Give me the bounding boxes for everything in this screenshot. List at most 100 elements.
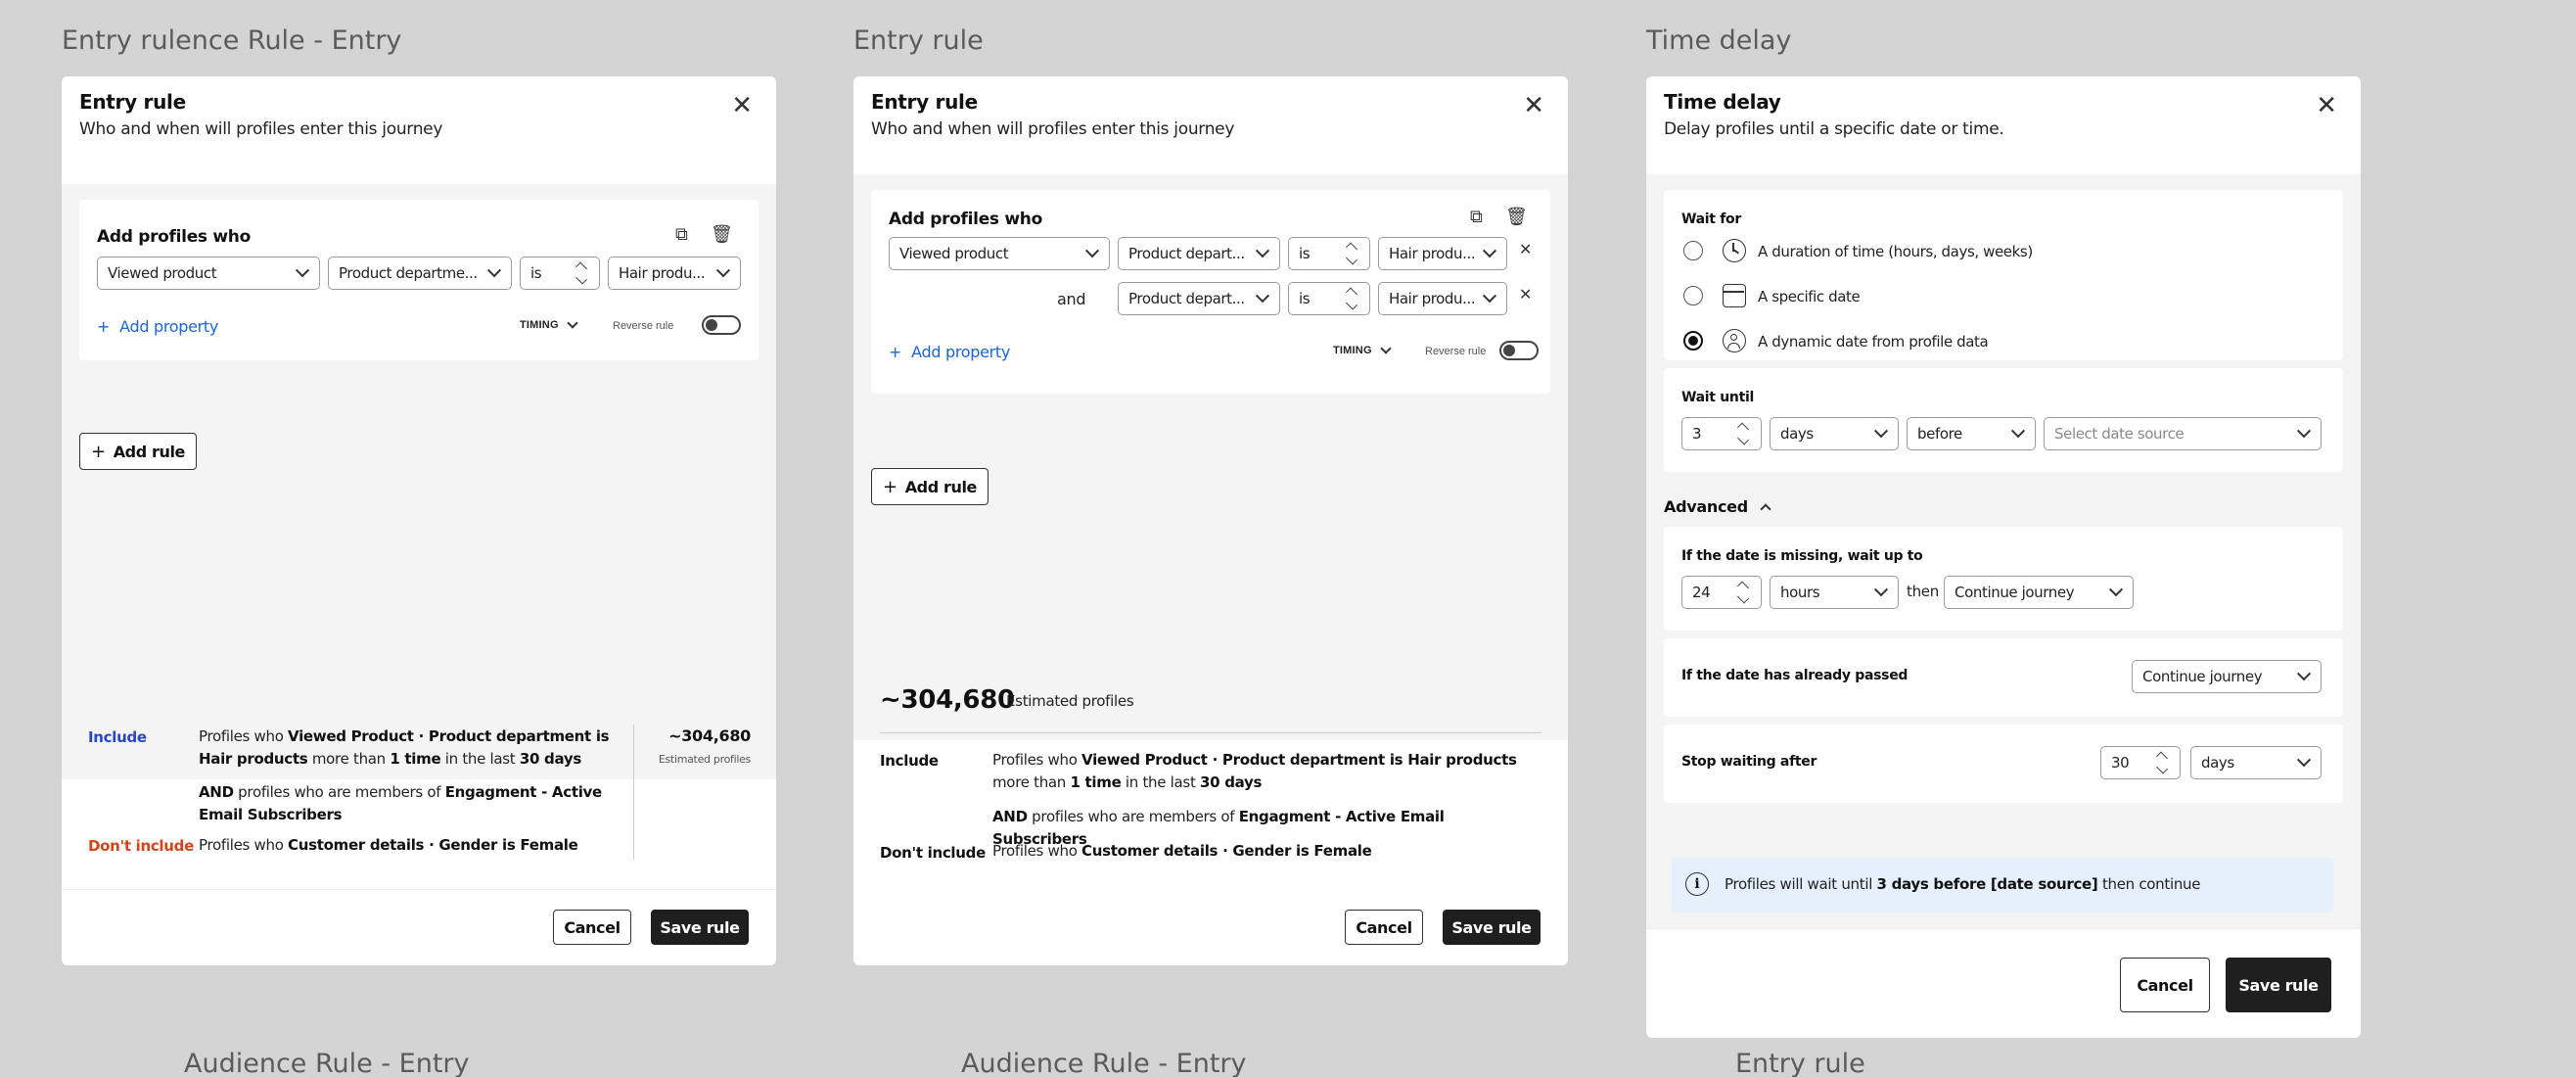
reverse-rule-label: Reverse rule [613,320,674,332]
event-select[interactable]: Viewed product [889,237,1110,270]
duplicate-icon[interactable]: ⧉ [675,225,688,243]
advanced-toggle[interactable]: Advanced [1664,497,1771,516]
estimate-label: Estimated profiles [658,753,751,766]
rule-card: Add profiles who ⧉ 🗑 Viewed product Prod… [871,190,1550,394]
reverse-rule-toggle[interactable] [702,315,741,335]
stepper-icon[interactable] [1731,420,1755,447]
operator-stepper[interactable]: is [1288,237,1370,270]
stepper-icon[interactable] [2150,749,2174,776]
frame-label-b: Entry rule [853,25,984,56]
panel-subtitle: Who and when will profiles enter this jo… [871,119,1235,139]
panel-title: Entry rule [871,90,978,114]
timing-dropdown[interactable]: TIMING [1333,343,1392,356]
wait-until-relation-select[interactable]: before [1907,417,2036,450]
event-select[interactable]: Viewed product [97,257,320,290]
panel-subtitle: Delay profiles until a specific date or … [1664,119,2004,139]
calendar-icon [1723,284,1746,307]
reverse-rule-toggle[interactable] [1499,341,1539,360]
wait-until-unit-select[interactable]: days [1770,417,1899,450]
specific-date-radio[interactable] [1683,286,1703,305]
chevron-down-icon [1083,241,1101,266]
close-icon[interactable]: ✕ [2316,92,2337,117]
estimate-value: ~304,680 [668,726,751,745]
save-rule-button[interactable]: Save rule [2226,958,2331,1012]
operator-stepper[interactable]: is [520,257,600,290]
remove-condition-icon[interactable]: ✕ [1519,288,1532,304]
panel-title: Entry rule [79,90,186,114]
cancel-button[interactable]: Cancel [1345,910,1423,945]
delay-settings-area: Wait for A duration of time (hours, days… [1646,174,2361,928]
duration-radio[interactable] [1683,241,1703,260]
estimate-value: ~304,680 [880,685,1015,715]
stop-number-stepper[interactable]: 30 [2100,746,2181,779]
property-select[interactable]: Product departme... [328,257,512,290]
add-rule-button[interactable]: + Add rule [79,433,197,470]
and-text: AND profiles who are members of Engagmen… [199,783,602,823]
chevron-down-icon [1481,241,1498,266]
plus-icon: + [97,317,111,336]
stop-unit-select[interactable]: days [2190,746,2322,779]
wait-until-label: Wait until [1681,390,1754,405]
add-rule-button[interactable]: + Add rule [871,468,989,505]
entry-rule-panel-b: Entry rule Who and when will profiles en… [853,76,1568,965]
wait-until-number-stepper[interactable]: 3 [1681,417,1762,450]
cancel-button[interactable]: Cancel [2120,958,2210,1012]
missing-unit-select[interactable]: hours [1770,576,1899,609]
add-property-link[interactable]: + Add property [889,343,1010,361]
wait-until-card: Wait until 3 days before Select date sou… [1664,368,2343,472]
stepper-icon[interactable] [570,259,593,287]
trash-icon[interactable]: 🗑 [711,225,733,243]
chevron-down-icon [1254,241,1271,266]
include-label: Include [880,752,939,770]
dont-include-label: Don't include [880,844,986,862]
property-select-2[interactable]: Product depart... [1118,282,1280,315]
add-property-link[interactable]: + Add property [97,317,218,336]
plus-icon: + [883,476,897,497]
dynamic-date-radio[interactable] [1683,331,1703,351]
include-text: Profiles who Viewed Product · Product de… [199,727,610,768]
include-label: Include [88,728,147,746]
duplicate-icon[interactable]: ⧉ [1470,208,1483,225]
value-select-2[interactable]: Hair produ... [1378,282,1507,315]
frame-label-bottom-a: Audience Rule - Entry [184,1049,470,1077]
rule-card: Add profiles who ⧉ 🗑 Viewed product Prod… [79,200,759,360]
footer-divider [1646,928,2361,929]
value-select[interactable]: Hair produ... [1378,237,1507,270]
stepper-icon[interactable] [1731,579,1755,606]
time-delay-panel: Time delay Delay profiles until a specif… [1646,76,2361,1038]
property-select[interactable]: Product depart... [1118,237,1280,270]
close-icon[interactable]: ✕ [731,92,753,117]
chevron-down-icon [1872,421,1890,446]
close-icon[interactable]: ✕ [1523,92,1544,117]
chevron-down-icon [1872,580,1890,605]
info-text: Profiles will wait until 3 days before [… [1725,875,2201,893]
date-missing-card: If the date is missing, wait up to 24 ho… [1664,527,2343,631]
missing-number-stepper[interactable]: 24 [1681,576,1762,609]
save-rule-button[interactable]: Save rule [1443,910,1541,945]
timing-dropdown[interactable]: TIMING [520,317,578,331]
info-banner: i Profiles will wait until 3 days before… [1672,858,2333,913]
dont-include-label: Don't include [88,837,194,855]
chevron-down-icon [294,260,311,286]
cancel-button[interactable]: Cancel [553,910,631,945]
entry-rule-panel-a: Entry rule Who and when will profiles en… [62,76,776,965]
duration-option-label: A duration of time (hours, days, weeks) [1758,243,2033,260]
plus-icon: + [889,343,902,361]
passed-action-select[interactable]: Continue journey [2132,660,2322,693]
stepper-icon[interactable] [1340,240,1363,267]
card-title: Add profiles who [889,210,1042,229]
save-rule-button[interactable]: Save rule [651,910,749,945]
missing-action-select[interactable]: Continue journey [1944,576,2134,609]
chevron-down-icon [2295,421,2313,446]
value-select[interactable]: Hair produ... [608,257,741,290]
trash-icon[interactable]: 🗑 [1505,208,1528,225]
chevron-down-icon [2009,421,2027,446]
dont-include-text: Profiles who Customer details · Gender i… [992,842,1372,860]
footer-divider [62,889,776,890]
remove-condition-icon[interactable]: ✕ [1519,243,1532,258]
chevron-down-icon [1380,343,1392,354]
operator-stepper-2[interactable]: is [1288,282,1370,315]
date-source-select[interactable]: Select date source [2044,417,2322,450]
chevron-down-icon [1481,286,1498,311]
stepper-icon[interactable] [1340,285,1363,312]
